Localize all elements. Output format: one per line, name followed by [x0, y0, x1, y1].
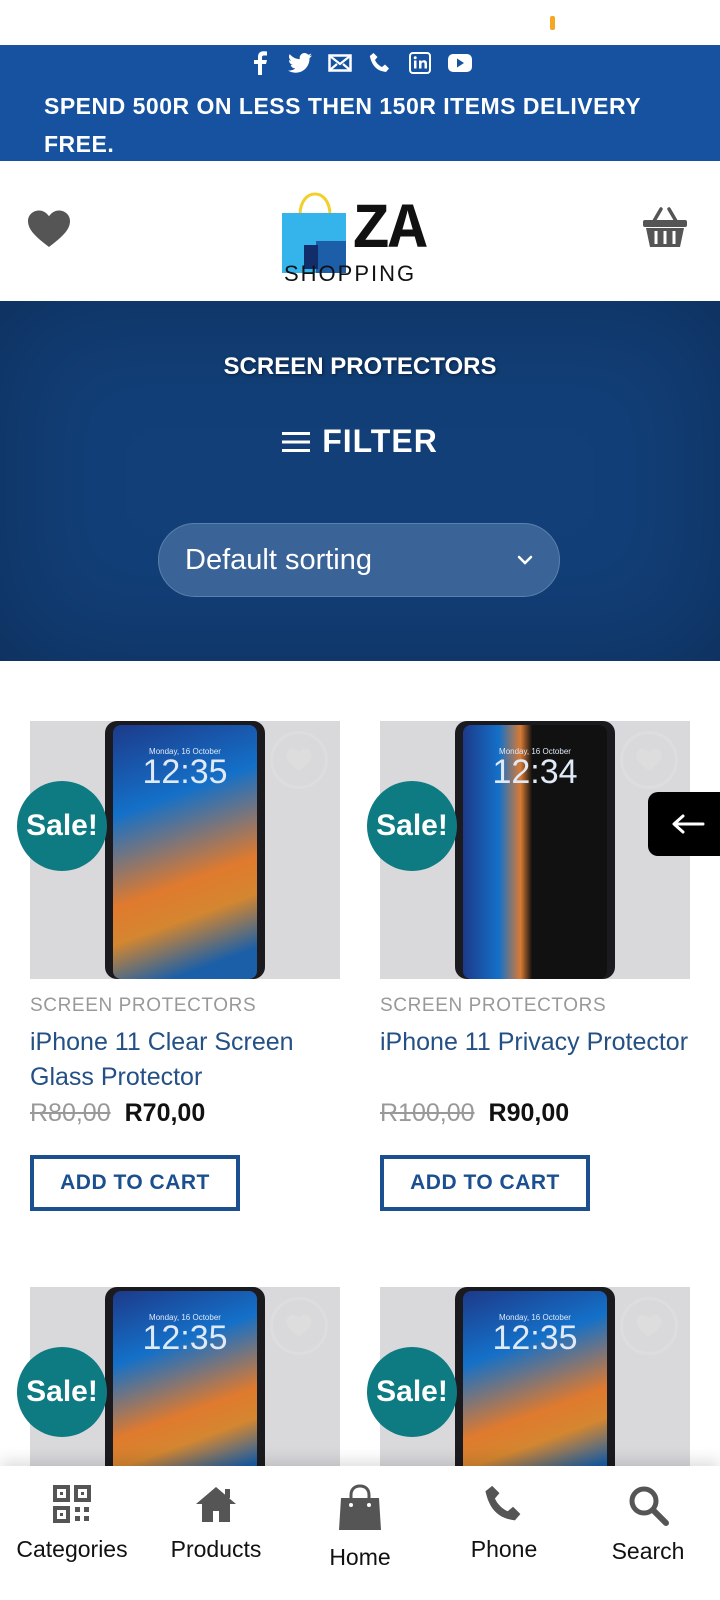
- wishlist-heart-icon[interactable]: [26, 209, 72, 254]
- home-icon: [196, 1487, 236, 1522]
- nav-phone[interactable]: Phone: [432, 1466, 576, 1600]
- youtube-icon[interactable]: [447, 50, 473, 76]
- product-card: Monday, 16 October 12:35 Sale! SCREEN PRO…: [17, 721, 340, 1221]
- social-links: [0, 50, 720, 76]
- linkedin-icon[interactable]: [407, 50, 433, 76]
- wishlist-heart-icon[interactable]: [270, 1297, 328, 1355]
- back-arrow-button[interactable]: [648, 792, 720, 856]
- logo-text: ZA: [352, 195, 427, 267]
- top-promo-bar: SPEND 500R ON LESS THEN 150R ITEMS DELIV…: [0, 45, 720, 161]
- facebook-icon[interactable]: [247, 50, 273, 76]
- wishlist-heart-icon[interactable]: [620, 731, 678, 789]
- category-hero: SCREEN PROTECTORS FILTER Default sorting: [0, 301, 720, 661]
- product-prices: R80,00 R70,00: [30, 1099, 205, 1128]
- wishlist-heart-icon[interactable]: [270, 731, 328, 789]
- sale-price: R90,00: [488, 1099, 570, 1127]
- filter-button[interactable]: FILTER: [0, 423, 720, 460]
- sale-badge: Sale!: [367, 781, 457, 871]
- nav-label: Products: [170, 1536, 262, 1562]
- add-to-cart-button[interactable]: ADD TO CART: [380, 1155, 590, 1211]
- logo-subtext: SHOPPING: [284, 261, 417, 286]
- wishlist-heart-icon[interactable]: [620, 1297, 678, 1355]
- sort-value: Default sorting: [185, 543, 372, 576]
- sort-select[interactable]: Default sorting: [158, 523, 560, 597]
- phone-image: Monday, 16 October 12:35: [455, 1287, 615, 1467]
- promo-text: SPEND 500R ON LESS THEN 150R ITEMS DELIV…: [44, 93, 641, 157]
- bottom-navigation: Categories Products Home Phone Search: [0, 1466, 720, 1600]
- nav-home[interactable]: Home: [288, 1466, 432, 1600]
- cart-basket-icon[interactable]: [642, 207, 688, 254]
- old-price: R80,00: [30, 1099, 111, 1127]
- qr-grid-icon: [53, 1485, 91, 1523]
- search-icon: [629, 1486, 669, 1526]
- phone-image: Monday, 16 October 12:35: [105, 721, 265, 979]
- nav-search[interactable]: Search: [576, 1466, 720, 1600]
- product-prices: R100,00 R90,00: [380, 1099, 569, 1128]
- product-card: Monday, 16 October 12:35 Sale!: [367, 1287, 690, 1467]
- twitter-icon[interactable]: [287, 50, 313, 76]
- nav-products[interactable]: Products: [144, 1466, 288, 1600]
- nav-label: Categories: [16, 1536, 128, 1562]
- site-header: ZA SHOPPING: [0, 161, 720, 301]
- phone-time: 12:35: [142, 753, 228, 791]
- phone-image: Monday, 16 October 12:34: [455, 721, 615, 979]
- shopping-bag-icon: [339, 1484, 381, 1530]
- product-category[interactable]: SCREEN PROTECTORS: [30, 995, 256, 1017]
- sale-badge: Sale!: [367, 1347, 457, 1437]
- status-indicator: [550, 16, 555, 30]
- sale-badge: Sale!: [17, 1347, 107, 1437]
- chevron-down-icon: [517, 555, 533, 565]
- phone-time: 12:35: [492, 1319, 578, 1357]
- sale-price: R70,00: [124, 1099, 206, 1127]
- nav-label: Home: [329, 1544, 391, 1570]
- nav-label: Search: [611, 1538, 685, 1564]
- status-bar: [0, 0, 720, 45]
- phone-icon[interactable]: [367, 50, 393, 76]
- arrow-left-icon: [672, 814, 705, 834]
- mail-icon[interactable]: [327, 50, 353, 76]
- site-logo[interactable]: ZA SHOPPING: [282, 177, 438, 289]
- phone-icon: [485, 1485, 521, 1521]
- phone-time: 12:34: [492, 753, 578, 791]
- add-to-cart-button[interactable]: ADD TO CART: [30, 1155, 240, 1211]
- phone-image: Monday, 16 October 12:35: [105, 1287, 265, 1467]
- product-card: Monday, 16 October 12:35 Sale!: [17, 1287, 340, 1467]
- page-title: SCREEN PROTECTORS: [223, 353, 497, 380]
- phone-time: 12:35: [142, 1319, 228, 1357]
- filter-label: FILTER: [322, 423, 438, 459]
- product-category[interactable]: SCREEN PROTECTORS: [380, 995, 606, 1017]
- product-card: Monday, 16 October 12:34 Sale! SCREEN PRO…: [367, 721, 690, 1221]
- product-name[interactable]: iPhone 11 Clear Screen Glass Protector: [30, 1025, 340, 1095]
- nav-label: Phone: [470, 1536, 538, 1562]
- nav-categories[interactable]: Categories: [0, 1466, 144, 1600]
- product-name[interactable]: iPhone 11 Privacy Protector: [380, 1025, 690, 1060]
- menu-icon: [282, 431, 311, 452]
- old-price: R100,00: [380, 1099, 475, 1127]
- sale-badge: Sale!: [17, 781, 107, 871]
